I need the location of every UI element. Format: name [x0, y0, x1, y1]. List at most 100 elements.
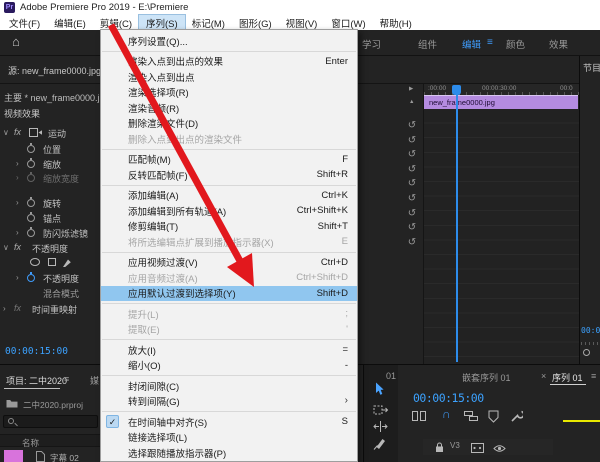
- reset-param-icon[interactable]: ↺: [406, 135, 418, 147]
- tab-sequence-partial[interactable]: 01: [386, 371, 396, 381]
- stopwatch-icon[interactable]: [27, 197, 35, 207]
- menu-item-zoom-out[interactable]: 缩小(O) -: [101, 358, 357, 374]
- chevron-down-icon[interactable]: ∨: [3, 128, 9, 137]
- insert-overwrite-icon[interactable]: [412, 410, 426, 422]
- param-row-blend-mode[interactable]: 混合模式: [0, 287, 110, 300]
- workspace-tab-color[interactable]: 颜色: [506, 37, 525, 51]
- ec-timecode[interactable]: 00:00:15:00: [5, 346, 68, 357]
- menu-item-add-edit-all-tracks[interactable]: 添加编辑到所有轨道(A) Ctrl+Shift+K: [101, 203, 357, 219]
- param-row-scale-width[interactable]: › 缩放宽度: [0, 172, 110, 185]
- razor-tool-icon[interactable]: [373, 436, 387, 450]
- lane-collapse-icon[interactable]: ▲: [409, 99, 414, 105]
- name-column-header[interactable]: 名称: [22, 437, 39, 449]
- chevron-right-icon[interactable]: ›: [16, 273, 19, 282]
- panel-menu-icon[interactable]: ≡: [591, 371, 596, 381]
- workspace-tab-learning[interactable]: 学习: [362, 37, 381, 51]
- tab-source-monitor[interactable]: 源: new_frame0000.jpg: [8, 64, 101, 77]
- project-breadcrumb[interactable]: 二中2020.prproj: [23, 399, 83, 411]
- stopwatch-icon[interactable]: [27, 212, 35, 222]
- reset-param-icon[interactable]: ↺: [406, 237, 418, 249]
- reset-param-icon[interactable]: ↺: [406, 222, 418, 234]
- pen-mask-icon[interactable]: [62, 257, 72, 268]
- program-timecode[interactable]: 00:0: [581, 326, 600, 335]
- zoom-slider-knob[interactable]: [583, 349, 590, 356]
- toggle-track-output-eye-icon[interactable]: [493, 444, 506, 453]
- stopwatch-icon[interactable]: [27, 227, 35, 237]
- stopwatch-icon[interactable]: [27, 143, 35, 153]
- menubar-item-edit[interactable]: 编辑(E): [47, 15, 93, 31]
- timeline-timecode[interactable]: 00:00:15:00: [413, 391, 484, 405]
- menu-item-trim-edit[interactable]: 修剪编辑(T) Shift+T: [101, 219, 357, 235]
- param-row-opacity[interactable]: › 不透明度: [0, 272, 110, 285]
- menu-item-add-edit[interactable]: 添加编辑(A) Ctrl+K: [101, 188, 357, 204]
- ellipse-mask-icon[interactable]: [30, 258, 40, 266]
- work-area-bar[interactable]: [563, 420, 600, 422]
- menu-item-go-to-gap[interactable]: 转到间隔(G) ›: [101, 394, 357, 410]
- menu-item-render-in-out[interactable]: 渲染入点到出点: [101, 69, 357, 85]
- menu-item-selection-follows-playhead[interactable]: 选择跟随播放指示器(P): [101, 445, 357, 461]
- close-icon[interactable]: ×: [541, 371, 546, 381]
- add-marker-icon[interactable]: [488, 410, 499, 423]
- fx-badge-icon[interactable]: fx: [14, 242, 21, 252]
- menu-item-snap-in-timeline[interactable]: ✓ 在时间轴中对齐(S) S: [101, 414, 357, 430]
- menu-item-reverse-match-frame[interactable]: 反转匹配帧(F) Shift+R: [101, 167, 357, 183]
- menu-item-apply-video-transition[interactable]: 应用视频过渡(V) Ctrl+D: [101, 255, 357, 271]
- timeline-settings-wrench-icon[interactable]: [510, 410, 523, 423]
- menubar-item-file[interactable]: 文件(F): [2, 15, 47, 31]
- stopwatch-icon[interactable]: [27, 158, 35, 168]
- keyframe-lane[interactable]: [424, 109, 579, 364]
- menu-item-sequence-settings[interactable]: 序列设置(Q)...: [101, 33, 357, 49]
- ripple-edit-tool-icon[interactable]: [373, 420, 388, 433]
- menu-item-close-gap[interactable]: 封闭间隙(C): [101, 378, 357, 394]
- label-color-swatch[interactable]: [4, 450, 23, 462]
- menu-item-apply-default-transitions[interactable]: 应用默认过渡到选择项(Y) Shift+D: [101, 285, 357, 301]
- workspace-tab-assembly[interactable]: 组件: [418, 37, 437, 51]
- reset-param-icon[interactable]: ↺: [406, 208, 418, 220]
- workspace-tab-effects[interactable]: 效果: [549, 37, 568, 51]
- chevron-right-icon[interactable]: ›: [16, 173, 19, 182]
- menu-item-zoom-in[interactable]: 放大(I) =: [101, 342, 357, 358]
- home-icon[interactable]: ⌂: [12, 34, 20, 49]
- snap-magnet-icon[interactable]: ∩: [442, 407, 451, 421]
- fx-badge-icon[interactable]: fx: [14, 303, 21, 313]
- linked-selection-icon[interactable]: [464, 410, 478, 422]
- chevron-right-icon[interactable]: ›: [16, 198, 19, 207]
- tab-nested-sequence[interactable]: 嵌套序列 01: [462, 371, 511, 384]
- search-input[interactable]: [3, 415, 98, 428]
- param-row-position[interactable]: 位置: [0, 143, 110, 156]
- menu-item-delete-render-files[interactable]: 删除渲染文件(D): [101, 116, 357, 132]
- tab-project[interactable]: 项目: 二中2020: [6, 374, 67, 387]
- chevron-right-icon[interactable]: ›: [16, 159, 19, 168]
- workspace-menu-icon[interactable]: ≡: [487, 37, 493, 48]
- reset-param-icon[interactable]: ↺: [406, 178, 418, 190]
- lane-play-icon[interactable]: ▶: [409, 86, 413, 92]
- param-row-rotation[interactable]: › 旋转: [0, 197, 110, 210]
- clip-bar[interactable]: new_frame0000.jpg: [424, 95, 578, 109]
- menu-item-render-selection[interactable]: 渲染选择项(R): [101, 85, 357, 101]
- selection-tool-icon[interactable]: [373, 382, 385, 396]
- effect-row-motion[interactable]: ∨ fx 运动: [0, 127, 110, 140]
- param-row-anchor[interactable]: 锚点: [0, 212, 110, 225]
- menu-item-render-audio[interactable]: 渲染音频(R): [101, 100, 357, 116]
- param-row-scale[interactable]: › 缩放: [0, 158, 110, 171]
- menu-item-linked-selection[interactable]: 链接选择项(L): [101, 430, 357, 446]
- fx-badge-icon[interactable]: fx: [14, 127, 21, 137]
- menu-item-match-frame[interactable]: 匹配帧(M) F: [101, 152, 357, 168]
- track-label[interactable]: V3: [450, 441, 460, 450]
- lock-icon[interactable]: [435, 442, 444, 453]
- chevron-right-icon[interactable]: ›: [3, 304, 6, 313]
- chevron-down-icon[interactable]: ∨: [3, 243, 9, 252]
- effect-row-time-remap[interactable]: › fx 时间重映射: [0, 303, 110, 316]
- chevron-right-icon[interactable]: ›: [16, 228, 19, 237]
- tab-media-browser-partial[interactable]: 媒: [90, 374, 100, 387]
- track-select-tool-icon[interactable]: [373, 404, 389, 416]
- workspace-tab-editing[interactable]: 编辑: [462, 37, 481, 51]
- param-row-antiflicker[interactable]: › 防闪烁滤镜: [0, 227, 110, 240]
- project-item-label[interactable]: 字幕 02: [50, 452, 79, 462]
- playhead-marker[interactable]: [452, 85, 461, 95]
- panel-menu-icon[interactable]: ≡: [64, 374, 69, 384]
- tab-sequence-01[interactable]: 序列 01: [552, 371, 583, 384]
- reset-param-icon[interactable]: ↺: [406, 193, 418, 205]
- effect-row-opacity[interactable]: ∨ fx 不透明度: [0, 242, 110, 255]
- sync-lock-icon[interactable]: [471, 443, 484, 453]
